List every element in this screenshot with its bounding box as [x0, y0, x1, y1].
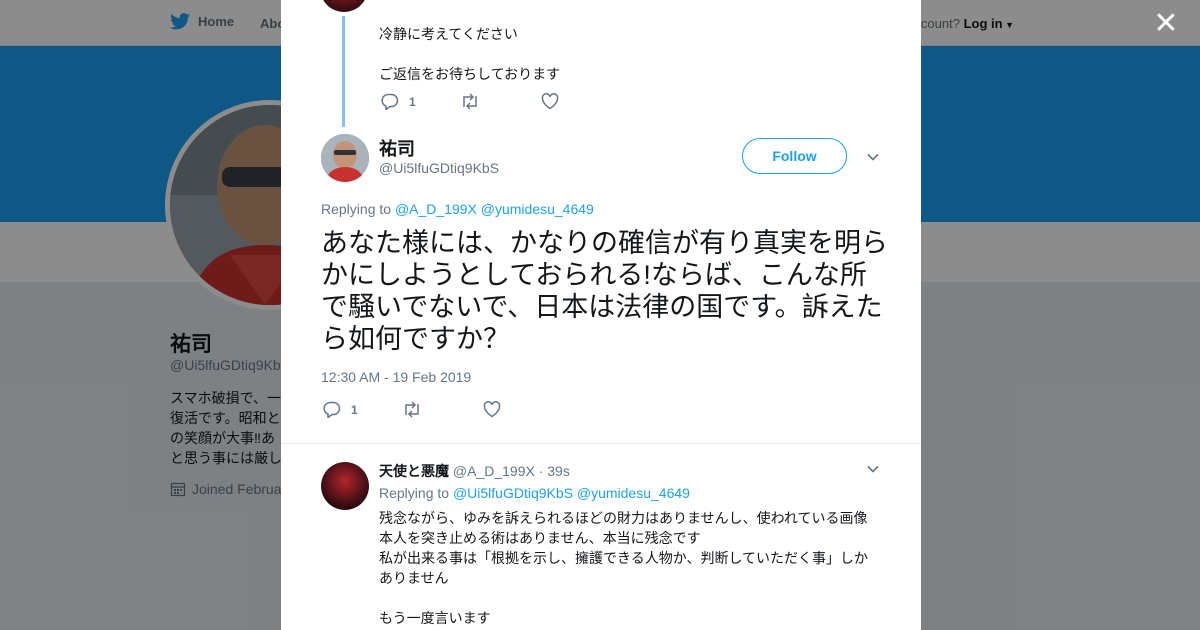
retweet-button[interactable]	[402, 401, 422, 418]
main-tweet-text: あなた様には、かなりの確信が有り真実を明らかにしようとしておられる!ならば、こん…	[321, 228, 888, 354]
follow-button[interactable]: Follow	[742, 138, 847, 174]
like-button[interactable]	[541, 93, 559, 110]
reply-tweet-paragraph: 私が出来る事は「根拠を示し、擁護できる人物か、判断していただく事」しかありません	[379, 550, 869, 586]
reply-tweet-paragraph: 残念ながら、ゆみを訴えられるほどの財力はありませんし、使われている画像本人を突き…	[379, 510, 868, 546]
previous-tweet-text-line: ご返信をお待ちしております	[379, 66, 561, 82]
heart-icon	[541, 93, 559, 110]
reply-tweet-author-handle[interactable]: @A_D_199X	[453, 463, 535, 479]
previous-tweet-text-line: 冷静に考えてください	[379, 26, 518, 42]
main-tweet-avatar[interactable]	[321, 134, 369, 182]
mention-link[interactable]: @Ui5lfuGDtiq9KbS	[453, 485, 573, 501]
reply-tweet-text: 残念ながら、ゆみを訴えられるほどの財力はありませんし、使われている画像本人を突き…	[379, 508, 879, 628]
retweet-icon	[463, 93, 477, 110]
mention-link[interactable]: @yumidesu_4649	[577, 485, 690, 501]
thread-connector-line	[342, 16, 345, 127]
reply-button[interactable]: 1	[323, 401, 358, 418]
chevron-down-icon[interactable]	[866, 462, 880, 476]
replying-to-label: Replying to	[321, 201, 392, 217]
retweet-icon	[405, 401, 419, 418]
replying-to-label: Replying to	[379, 485, 450, 501]
mention-link[interactable]: @yumidesu_4649	[481, 201, 594, 217]
reply-tweet-avatar[interactable]	[321, 462, 369, 510]
heart-icon	[483, 401, 501, 418]
retweet-button[interactable]	[460, 93, 480, 110]
reply-count: 1	[351, 402, 358, 417]
reply-icon	[381, 93, 399, 110]
reply-tweet-replying-to: Replying to @Ui5lfuGDtiq9KbS @yumidesu_4…	[379, 485, 690, 501]
like-button[interactable]	[483, 401, 501, 418]
reply-tweet-paragraph: もう一度言います	[379, 610, 491, 626]
reply-button[interactable]: 1	[381, 93, 416, 110]
reply-tweet-header: 天使と悪魔 @A_D_199X · 39s	[379, 461, 570, 481]
main-tweet-author-handle[interactable]: @Ui5lfuGDtiq9KbS	[379, 160, 499, 176]
tweet-divider	[281, 443, 921, 444]
main-tweet-author-name[interactable]: 祐司	[379, 135, 415, 161]
chevron-down-icon[interactable]	[866, 150, 880, 164]
reply-icon	[323, 401, 341, 418]
reply-tweet-time[interactable]: · 39s	[539, 463, 570, 479]
close-icon[interactable]: ✕	[1152, 9, 1180, 39]
reply-count: 1	[409, 94, 416, 109]
mention-link[interactable]: @A_D_199X	[395, 201, 477, 217]
reply-tweet-author-name[interactable]: 天使と悪魔	[379, 463, 449, 479]
main-tweet-replying-to: Replying to @A_D_199X @yumidesu_4649	[321, 201, 594, 217]
main-tweet-timestamp[interactable]: 12:30 AM - 19 Feb 2019	[321, 369, 471, 385]
